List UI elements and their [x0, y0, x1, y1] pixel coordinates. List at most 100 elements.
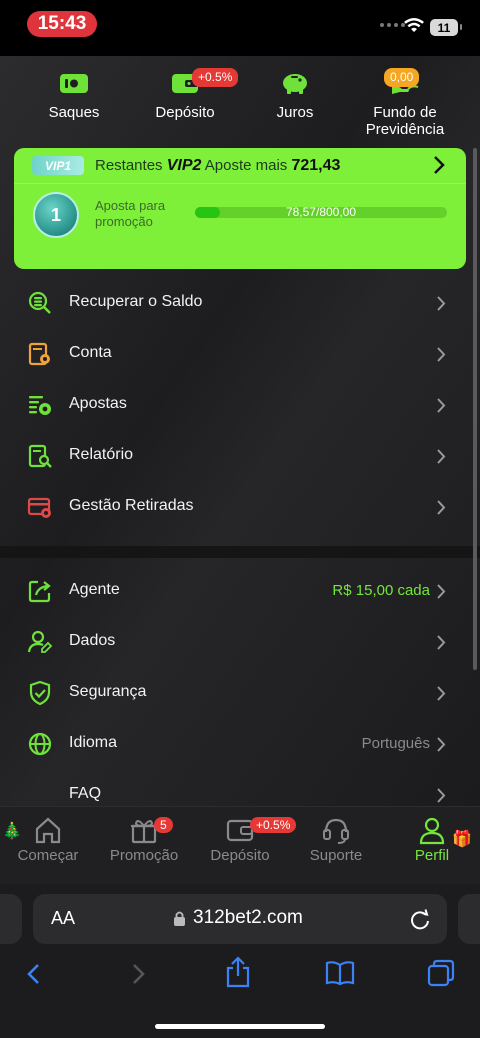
user-icon — [419, 817, 445, 845]
tab-support[interactable]: Suporte — [288, 815, 384, 864]
coin-search-icon — [28, 291, 51, 314]
chevron-right-icon — [437, 398, 446, 413]
chevron-right-icon — [437, 737, 446, 752]
status-time: 15:43 — [27, 11, 97, 37]
chevron-right-icon — [437, 347, 446, 362]
menu-item-agent[interactable]: Agente R$ 15,00 cada — [0, 566, 480, 617]
globe-icon — [28, 732, 52, 756]
previous-tab-pill[interactable] — [0, 894, 22, 944]
lock-icon — [174, 911, 185, 926]
menu-label-faq: FAQ — [69, 785, 102, 802]
quick-actions: Saques Depósito +0.5% Juros Fundo de Pre… — [0, 56, 480, 146]
menu-item-security[interactable]: Segurança — [0, 668, 480, 719]
vip-medal-icon: 1 — [33, 192, 79, 238]
scrollbar[interactable] — [473, 148, 477, 670]
menu-label-account: Conta — [69, 344, 112, 361]
tab-start[interactable]: Começar — [0, 815, 96, 864]
gift-decoration-icon: 🎁 — [452, 831, 472, 848]
interest-action[interactable]: Juros — [240, 68, 350, 121]
deposit-action[interactable]: Depósito +0.5% — [130, 68, 240, 121]
ticket-icon — [60, 74, 88, 93]
pension-fund-action[interactable]: Fundo de Previdência 0,00 — [350, 68, 460, 138]
headset-icon — [323, 818, 349, 844]
menu-label-withdrawal-management: Gestão Retiradas — [69, 497, 194, 514]
home-indicator — [155, 1024, 325, 1029]
chevron-right-icon — [437, 449, 446, 464]
menu-item-data[interactable]: Dados — [0, 617, 480, 668]
profile-page: Saques Depósito +0.5% Juros Fundo de Pre… — [0, 56, 480, 806]
account-card-icon — [28, 342, 50, 366]
share-icon[interactable] — [224, 956, 252, 988]
piggy-bank-icon — [283, 74, 307, 94]
chevron-right-icon — [437, 686, 446, 701]
tab-promo[interactable]: Promoção 5 — [96, 815, 192, 864]
promo-progress-text: 78,57/800,00 — [285, 205, 357, 219]
share-icon — [28, 580, 51, 603]
menu-item-account[interactable]: Conta — [0, 329, 480, 380]
vip-progress-card[interactable]: VIP1 Restantes VIP2 Aposte mais 721,43 1… — [14, 148, 466, 269]
menu-item-faq[interactable]: FAQ — [0, 770, 480, 806]
vip-amount: 721,43 — [291, 157, 341, 174]
browser-toolbar: AA 312bet2.com — [0, 884, 480, 1038]
deposit-label: Depósito — [155, 104, 215, 121]
menu-item-bets[interactable]: Apostas — [0, 380, 480, 431]
menu-item-report[interactable]: Relatório — [0, 431, 480, 482]
withdraw-action[interactable]: Saques — [19, 68, 129, 121]
section-divider — [0, 546, 480, 558]
card-settings-icon — [27, 497, 51, 518]
chevron-right-icon — [437, 788, 446, 803]
address-bar[interactable]: AA 312bet2.com — [33, 894, 447, 944]
report-search-icon — [28, 444, 52, 468]
interest-label: Juros — [276, 104, 314, 121]
agent-reward-value: R$ 15,00 cada — [332, 582, 430, 599]
bets-list-icon — [29, 396, 51, 415]
chevron-right-icon — [437, 296, 446, 311]
menu-label-report: Relatório — [69, 446, 134, 463]
tab-deposit[interactable]: Depósito +0.5% — [192, 815, 297, 864]
text-size-button[interactable]: AA — [51, 908, 75, 929]
tab-label-deposit: Depósito — [210, 847, 270, 864]
chevron-right-icon — [437, 635, 446, 650]
bottom-tab-bar: 🎄 Começar Promoção 5 Depósito +0.5% Supo… — [0, 806, 480, 884]
next-tab-pill[interactable] — [458, 894, 480, 944]
vip-bet-more: Aposte mais — [204, 157, 288, 174]
status-bar: 15:43 11 — [0, 0, 480, 56]
vip-next-level: VIP2 — [166, 157, 202, 174]
shield-check-icon — [29, 680, 51, 706]
bookmarks-icon[interactable] — [324, 960, 356, 986]
chevron-right-icon — [437, 584, 446, 599]
menu-label-bets: Apostas — [69, 395, 127, 412]
menu-label-security: Segurança — [69, 683, 147, 700]
tab-label-profile: Perfil — [414, 847, 450, 864]
url-text: 312bet2.com — [193, 907, 303, 928]
user-edit-icon — [27, 630, 53, 653]
menu-label-language: Idioma — [69, 734, 118, 751]
vip-header: VIP1 Restantes VIP2 Aposte mais 721,43 — [14, 148, 466, 184]
tabs-icon[interactable] — [426, 958, 456, 988]
promo-count-badge: 5 — [154, 817, 173, 833]
tab-label-start: Começar — [17, 847, 79, 864]
menu-label-agent: Agente — [69, 581, 120, 598]
menu-item-recover-balance[interactable]: Recuperar o Saldo — [0, 278, 480, 329]
language-value: Português — [361, 735, 430, 752]
tab-label-promo: Promoção — [109, 847, 179, 864]
pension-fund-label: Fundo de Previdência — [365, 104, 445, 138]
forward-icon[interactable] — [128, 962, 148, 986]
menu-label-recover-balance: Recuperar o Saldo — [69, 293, 203, 310]
menu-item-language[interactable]: Idioma Português — [0, 719, 480, 770]
vip-remaining-text: Restantes VIP2 Aposte mais 721,43 — [95, 157, 340, 175]
reload-icon[interactable] — [409, 907, 431, 931]
menu-item-withdrawal-management[interactable]: Gestão Retiradas — [0, 482, 480, 533]
pension-fund-badge: 0,00 — [384, 68, 420, 87]
tab-label-support: Suporte — [309, 847, 363, 864]
wifi-icon — [404, 18, 424, 32]
back-icon[interactable] — [24, 962, 44, 986]
chevron-right-icon[interactable] — [432, 154, 446, 176]
vip-level-chip: VIP1 — [32, 156, 84, 175]
withdraw-label: Saques — [48, 104, 100, 121]
promo-label: Aposta para promoção — [95, 198, 166, 229]
vip-remaining-prefix: Restantes — [95, 157, 163, 174]
chevron-right-icon — [437, 500, 446, 515]
home-icon — [35, 817, 61, 844]
deposit-bonus-badge: +0.5% — [192, 68, 239, 87]
